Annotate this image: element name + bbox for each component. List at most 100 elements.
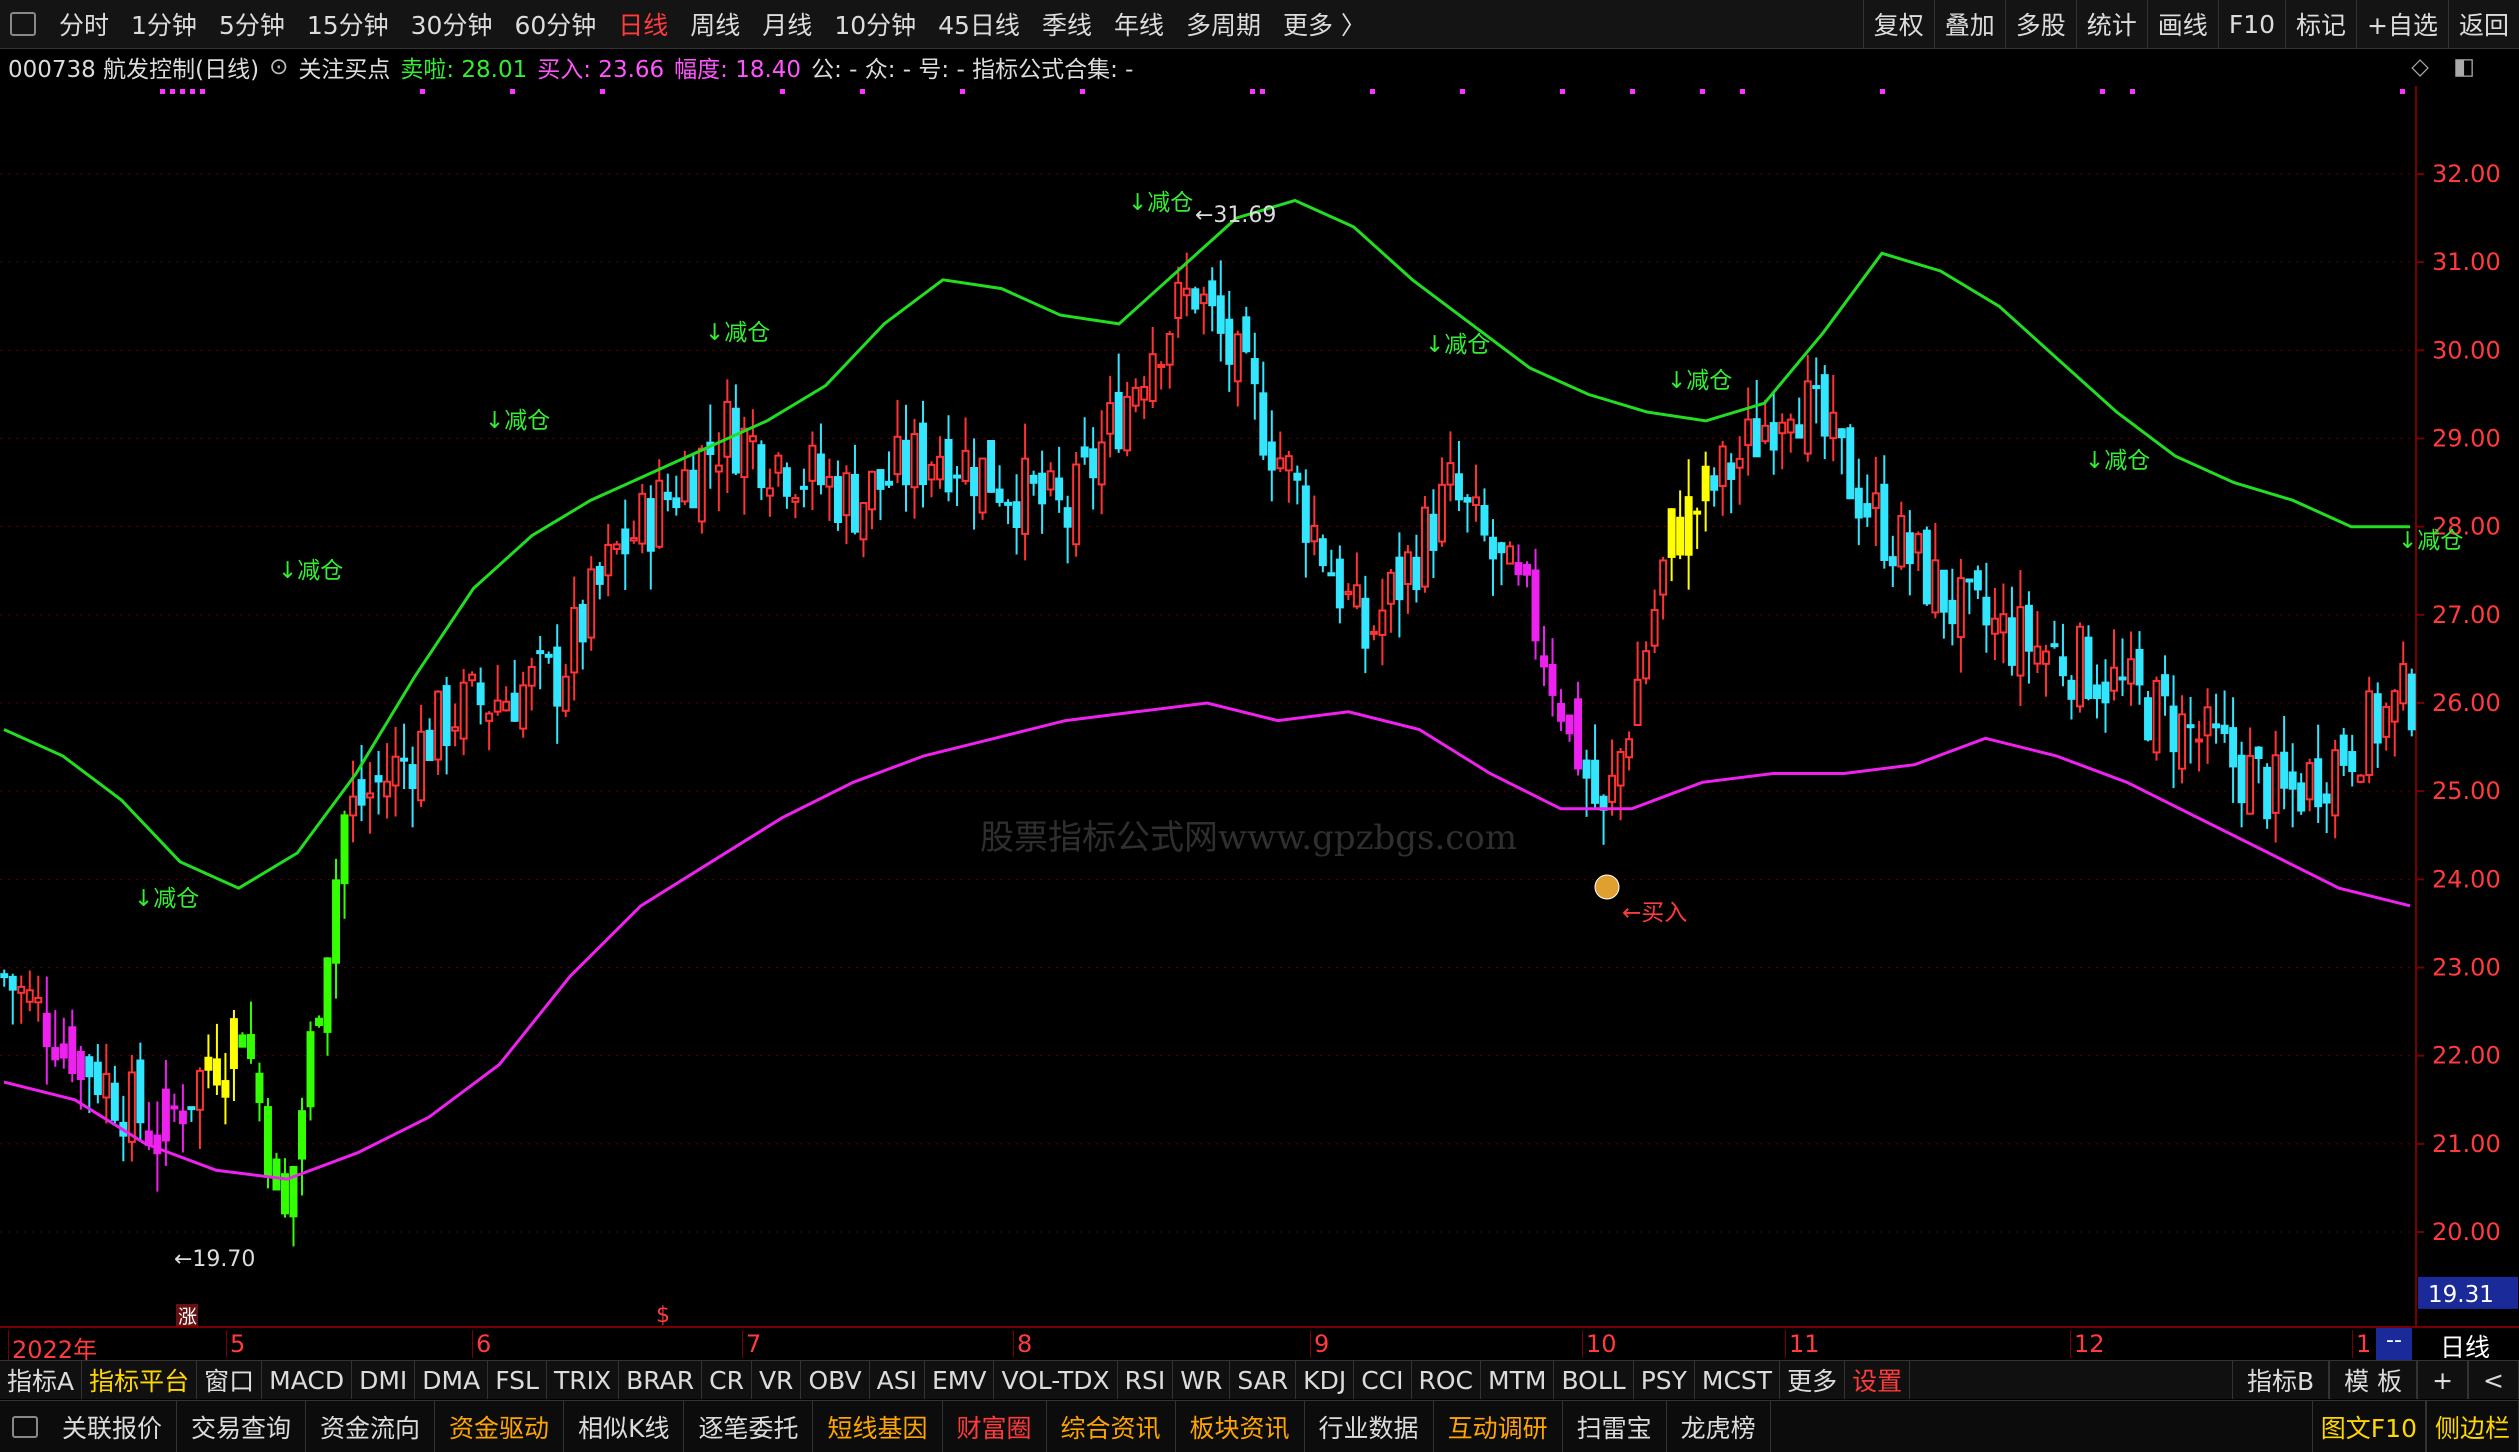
indicator-tool[interactable]: < (2468, 1361, 2519, 1399)
indicator-tab[interactable]: CCI (1354, 1361, 1412, 1399)
indicator-dropdown-icon[interactable]: ⊙ (269, 54, 288, 80)
function-button[interactable]: 龙虎榜 (1667, 1401, 1771, 1452)
indicator-tab[interactable]: DMI (352, 1361, 416, 1399)
indicator-tab[interactable]: TRIX (547, 1361, 620, 1399)
period-tab[interactable]: 多周期 (1175, 6, 1272, 42)
toolbar-button[interactable]: F10 (2217, 0, 2285, 48)
diamond-icon[interactable]: ◇ (2411, 54, 2429, 80)
function-button[interactable]: 关联报价 (48, 1401, 178, 1452)
menu-icon[interactable] (10, 12, 36, 36)
indicator-tab[interactable]: 设置 (1845, 1361, 1911, 1399)
function-button[interactable]: 交易查询 (177, 1401, 307, 1452)
candle-body (272, 1158, 281, 1191)
indicator-tab[interactable]: BOLL (1554, 1361, 1634, 1399)
period-tab[interactable]: 周线 (679, 6, 751, 42)
function-button[interactable]: 板块资讯 (1176, 1401, 1305, 1452)
candle-body (383, 780, 392, 798)
function-button[interactable]: 综合资讯 (1047, 1401, 1176, 1452)
indicator-name[interactable]: 关注买点 (298, 50, 390, 84)
function-button[interactable]: 逐笔委托 (684, 1401, 814, 1452)
candle-body (578, 603, 587, 643)
period-tab[interactable]: 45日线 (927, 6, 1031, 42)
indicator-tab[interactable]: RSI (1118, 1361, 1174, 1399)
candle-body (68, 1026, 77, 1075)
period-tab[interactable]: 1分钟 (120, 6, 208, 42)
function-button[interactable]: 扫雷宝 (1563, 1401, 1667, 1452)
indicator-tool[interactable]: 指标B (2231, 1361, 2330, 1399)
function-button[interactable]: 行业数据 (1305, 1401, 1434, 1452)
period-tab[interactable]: 月线 (751, 6, 823, 42)
period-tab[interactable]: 更多 〉 (1272, 6, 1377, 42)
candle-body (2305, 762, 2314, 801)
side-button[interactable]: 侧边栏 (2425, 1401, 2519, 1452)
indicator-tab[interactable]: BRAR (619, 1361, 703, 1399)
toolbar-button[interactable]: 统计 (2075, 0, 2147, 48)
indicator-tab[interactable]: MACD (262, 1361, 353, 1399)
period-tab[interactable]: 60分钟 (503, 6, 607, 42)
function-button[interactable]: 相似K线 (564, 1401, 685, 1452)
indicator-tool[interactable]: + (2417, 1361, 2469, 1399)
function-button[interactable]: 资金驱动 (435, 1401, 565, 1452)
period-tab[interactable]: 30分钟 (400, 6, 504, 42)
indicator-tab[interactable]: VOL-TDX (994, 1361, 1118, 1399)
indicator-tab[interactable]: 更多 (1780, 1361, 1846, 1399)
buy-signal-label: ←买入 (1622, 900, 1687, 926)
kline-chart[interactable]: 32.00 31.00 30.00 29.00 28.00 27.00 26.00 25.00… (0, 86, 2519, 1326)
indicator-tab[interactable]: 指标A (0, 1361, 83, 1399)
period-tab[interactable]: 10分钟 (823, 6, 927, 42)
candle-body (1352, 584, 1361, 608)
signal-dot (860, 89, 865, 94)
indicator-tab[interactable]: FSL (488, 1361, 547, 1399)
indicator-tab[interactable]: CR (702, 1361, 752, 1399)
signal-dot (1700, 89, 1705, 94)
toolbar-button[interactable]: +自选 (2356, 0, 2448, 48)
toolbar-button[interactable]: 多股 (2004, 0, 2076, 48)
toolbar-button[interactable]: 返回 (2447, 0, 2519, 48)
indicator-tab[interactable]: PSY (1634, 1361, 1695, 1399)
period-tab[interactable]: 分时 (48, 6, 120, 42)
indicator-tab[interactable]: KDJ (1296, 1361, 1355, 1399)
current-price-label: 19.31 (2428, 1282, 2494, 1308)
indicator-tab[interactable]: WR (1173, 1361, 1231, 1399)
period-tab[interactable]: 5分钟 (208, 6, 296, 42)
toolbar-button[interactable]: 画线 (2146, 0, 2218, 48)
function-button[interactable]: 互动调研 (1434, 1401, 1563, 1452)
indicator-tab[interactable]: DMA (415, 1361, 489, 1399)
function-button[interactable]: 资金流向 (306, 1401, 436, 1452)
period-tab[interactable]: 15分钟 (296, 6, 400, 42)
kline-svg[interactable]: 32.0031.0030.0029.0028.0027.0026.0025.00… (0, 86, 2519, 1326)
panel-icon[interactable] (12, 1415, 38, 1438)
indicator-tab[interactable]: OBV (801, 1361, 870, 1399)
period-tab[interactable]: 日线 (607, 6, 679, 42)
indicator-tab[interactable]: ROC (1412, 1361, 1482, 1399)
candle-body (1812, 385, 1821, 390)
function-button[interactable]: 短线基因 (813, 1401, 943, 1452)
date-label: 11 (1785, 1330, 1820, 1358)
candle-body (1948, 599, 1957, 625)
function-button[interactable]: 财富圈 (943, 1401, 1047, 1452)
side-button[interactable]: 图文F10 (2311, 1401, 2426, 1452)
toolbar-button[interactable]: 复权 (1862, 0, 1934, 48)
candle-body (791, 497, 800, 503)
indicator-tab[interactable]: ASI (870, 1361, 925, 1399)
indicator-tab[interactable]: 窗口 (197, 1361, 263, 1399)
candle-body (604, 543, 613, 577)
indicator-tab[interactable]: EMV (925, 1361, 995, 1399)
indicator-tab[interactable]: SAR (1230, 1361, 1297, 1399)
stock-title[interactable]: 000738 航发控制(日线) (8, 50, 259, 84)
candle-body (1233, 333, 1242, 383)
indicator-tab[interactable]: 指标平台 (82, 1361, 198, 1399)
indicator-tab[interactable]: MCST (1695, 1361, 1781, 1399)
indicator-tab[interactable]: VR (752, 1361, 802, 1399)
layout-toggle-icon[interactable]: ◧ (2453, 54, 2475, 80)
indicator-tool[interactable]: 模 板 (2329, 1361, 2418, 1399)
candle-body (850, 473, 859, 533)
period-tab[interactable]: 季线 (1031, 6, 1103, 42)
indicator-tab[interactable]: MTM (1481, 1361, 1555, 1399)
candle-body (1412, 556, 1421, 591)
signal-dot (2400, 89, 2405, 94)
toolbar-button[interactable]: 叠加 (1933, 0, 2005, 48)
period-tab[interactable]: 年线 (1103, 6, 1175, 42)
period-label[interactable]: 日线 (2440, 1328, 2490, 1364)
toolbar-button[interactable]: 标记 (2285, 0, 2356, 48)
